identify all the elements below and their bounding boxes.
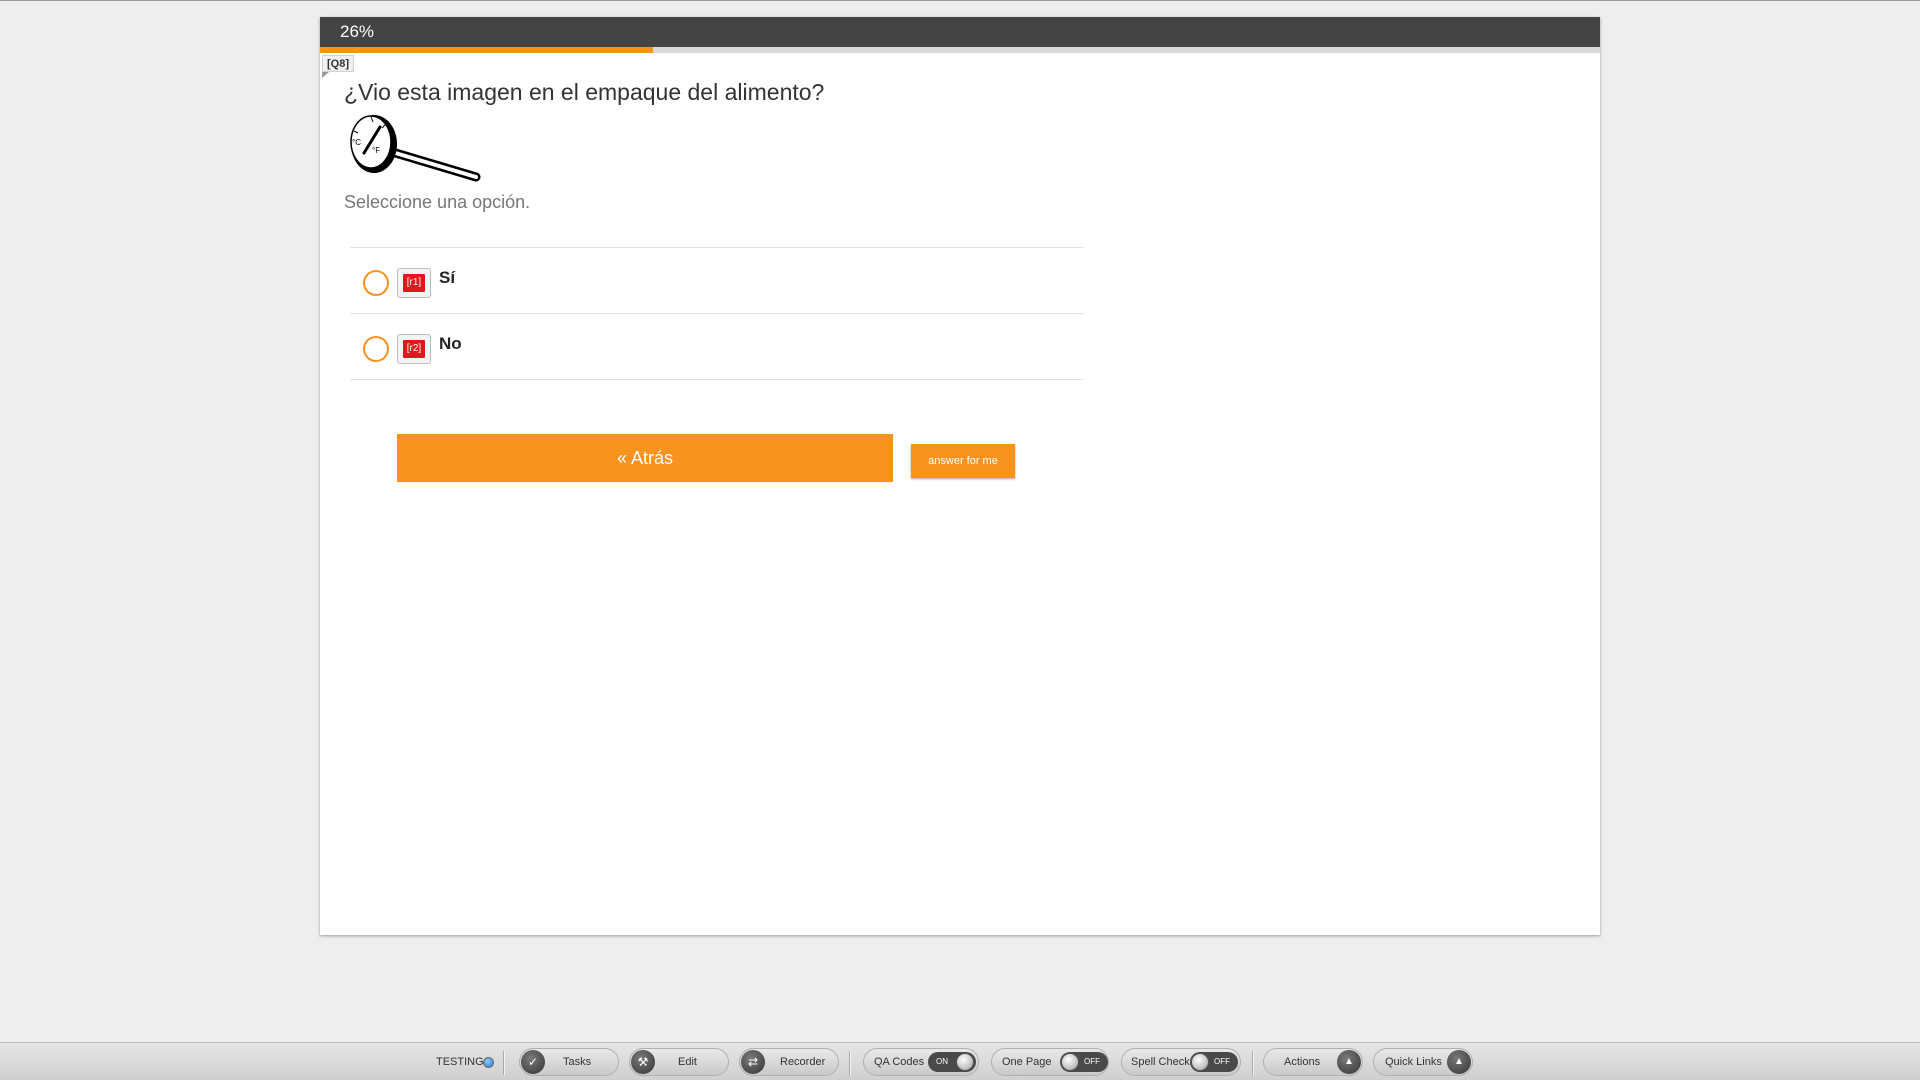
spell-check-switch[interactable]: OFF [1190, 1052, 1238, 1072]
answer-option-si[interactable]: [r1] Sí [350, 248, 1084, 314]
spell-check-toggle[interactable]: Spell Check OFF [1121, 1048, 1241, 1076]
question-title: ¿Vio esta imagen en el empaque del alime… [344, 79, 825, 105]
bottom-toolbar: TESTING ✓ Tasks ⚒ Edit ⇄ Recorder QA Cod… [0, 1042, 1920, 1080]
survey-panel: 26% [Q8] ¿Vio esta imagen en el empaque … [320, 17, 1600, 935]
radio-button[interactable] [363, 336, 389, 362]
swap-arrows-icon: ⇄ [741, 1050, 765, 1074]
answer-for-me-button[interactable]: answer for me [911, 444, 1015, 478]
qa-code-label: [r2] [403, 340, 425, 358]
testing-label: TESTING [436, 1056, 484, 1068]
qa-code-badge: [r2] [397, 334, 431, 364]
question-id-tab [322, 72, 329, 78]
question-instruction: Seleccione una opción. [344, 192, 531, 212]
one-page-toggle[interactable]: One Page OFF [991, 1048, 1109, 1076]
actions-button[interactable]: Actions ▲ [1263, 1048, 1363, 1076]
checkmark-icon: ✓ [521, 1050, 545, 1074]
one-page-label: One Page [1002, 1056, 1052, 1068]
spell-check-label: Spell Check [1131, 1056, 1190, 1068]
status-dot-icon [483, 1057, 494, 1068]
edit-button[interactable]: ⚒ Edit [629, 1048, 729, 1076]
toolbar-divider [1252, 1051, 1253, 1075]
switch-knob [956, 1053, 974, 1071]
spell-check-state: OFF [1214, 1057, 1230, 1066]
qa-code-label: [r1] [403, 274, 425, 292]
tasks-button[interactable]: ✓ Tasks [519, 1048, 619, 1076]
triangle-up-icon: ▲ [1447, 1050, 1471, 1074]
qa-codes-label: QA Codes [874, 1056, 925, 1068]
one-page-state: OFF [1084, 1057, 1100, 1066]
tasks-label: Tasks [563, 1056, 592, 1068]
top-border [0, 0, 1920, 1]
recorder-button[interactable]: ⇄ Recorder [739, 1048, 839, 1076]
recorder-label: Recorder [780, 1056, 826, 1068]
thermometer-c-mark: °C [352, 138, 361, 147]
triangle-up-icon: ▲ [1337, 1050, 1361, 1074]
answer-label: No [439, 334, 462, 353]
qa-codes-switch[interactable]: ON [928, 1052, 976, 1072]
answer-option-no[interactable]: [r2] No [350, 314, 1084, 380]
thermometer-icon: °C °F [350, 115, 481, 182]
qa-code-badge: [r1] [397, 268, 431, 298]
answer-list: [r1] Sí [r2] No [350, 247, 1084, 380]
switch-knob [1191, 1053, 1209, 1071]
question-id-label: [Q8] [322, 55, 354, 72]
one-page-switch[interactable]: OFF [1060, 1052, 1108, 1072]
qa-codes-toggle[interactable]: QA Codes ON [863, 1048, 979, 1076]
quick-links-label: Quick Links [1385, 1056, 1442, 1068]
quick-links-button[interactable]: Quick Links ▲ [1373, 1048, 1473, 1076]
wrench-icon: ⚒ [631, 1050, 655, 1074]
back-button[interactable]: « Atrás [397, 434, 893, 482]
qa-codes-state: ON [936, 1057, 948, 1066]
actions-label: Actions [1284, 1056, 1321, 1068]
radio-button[interactable] [363, 270, 389, 296]
toolbar-divider [849, 1051, 850, 1075]
answer-label: Sí [439, 268, 456, 287]
progress-header: 26% [320, 17, 1600, 47]
progress-bar-fill [320, 47, 653, 53]
toolbar-divider [503, 1051, 504, 1075]
edit-label: Edit [678, 1056, 697, 1068]
progress-percent: 26% [340, 22, 375, 41]
progress-bar [320, 47, 1600, 53]
switch-knob [1061, 1053, 1079, 1071]
thermometer-f-mark: °F [372, 146, 380, 155]
